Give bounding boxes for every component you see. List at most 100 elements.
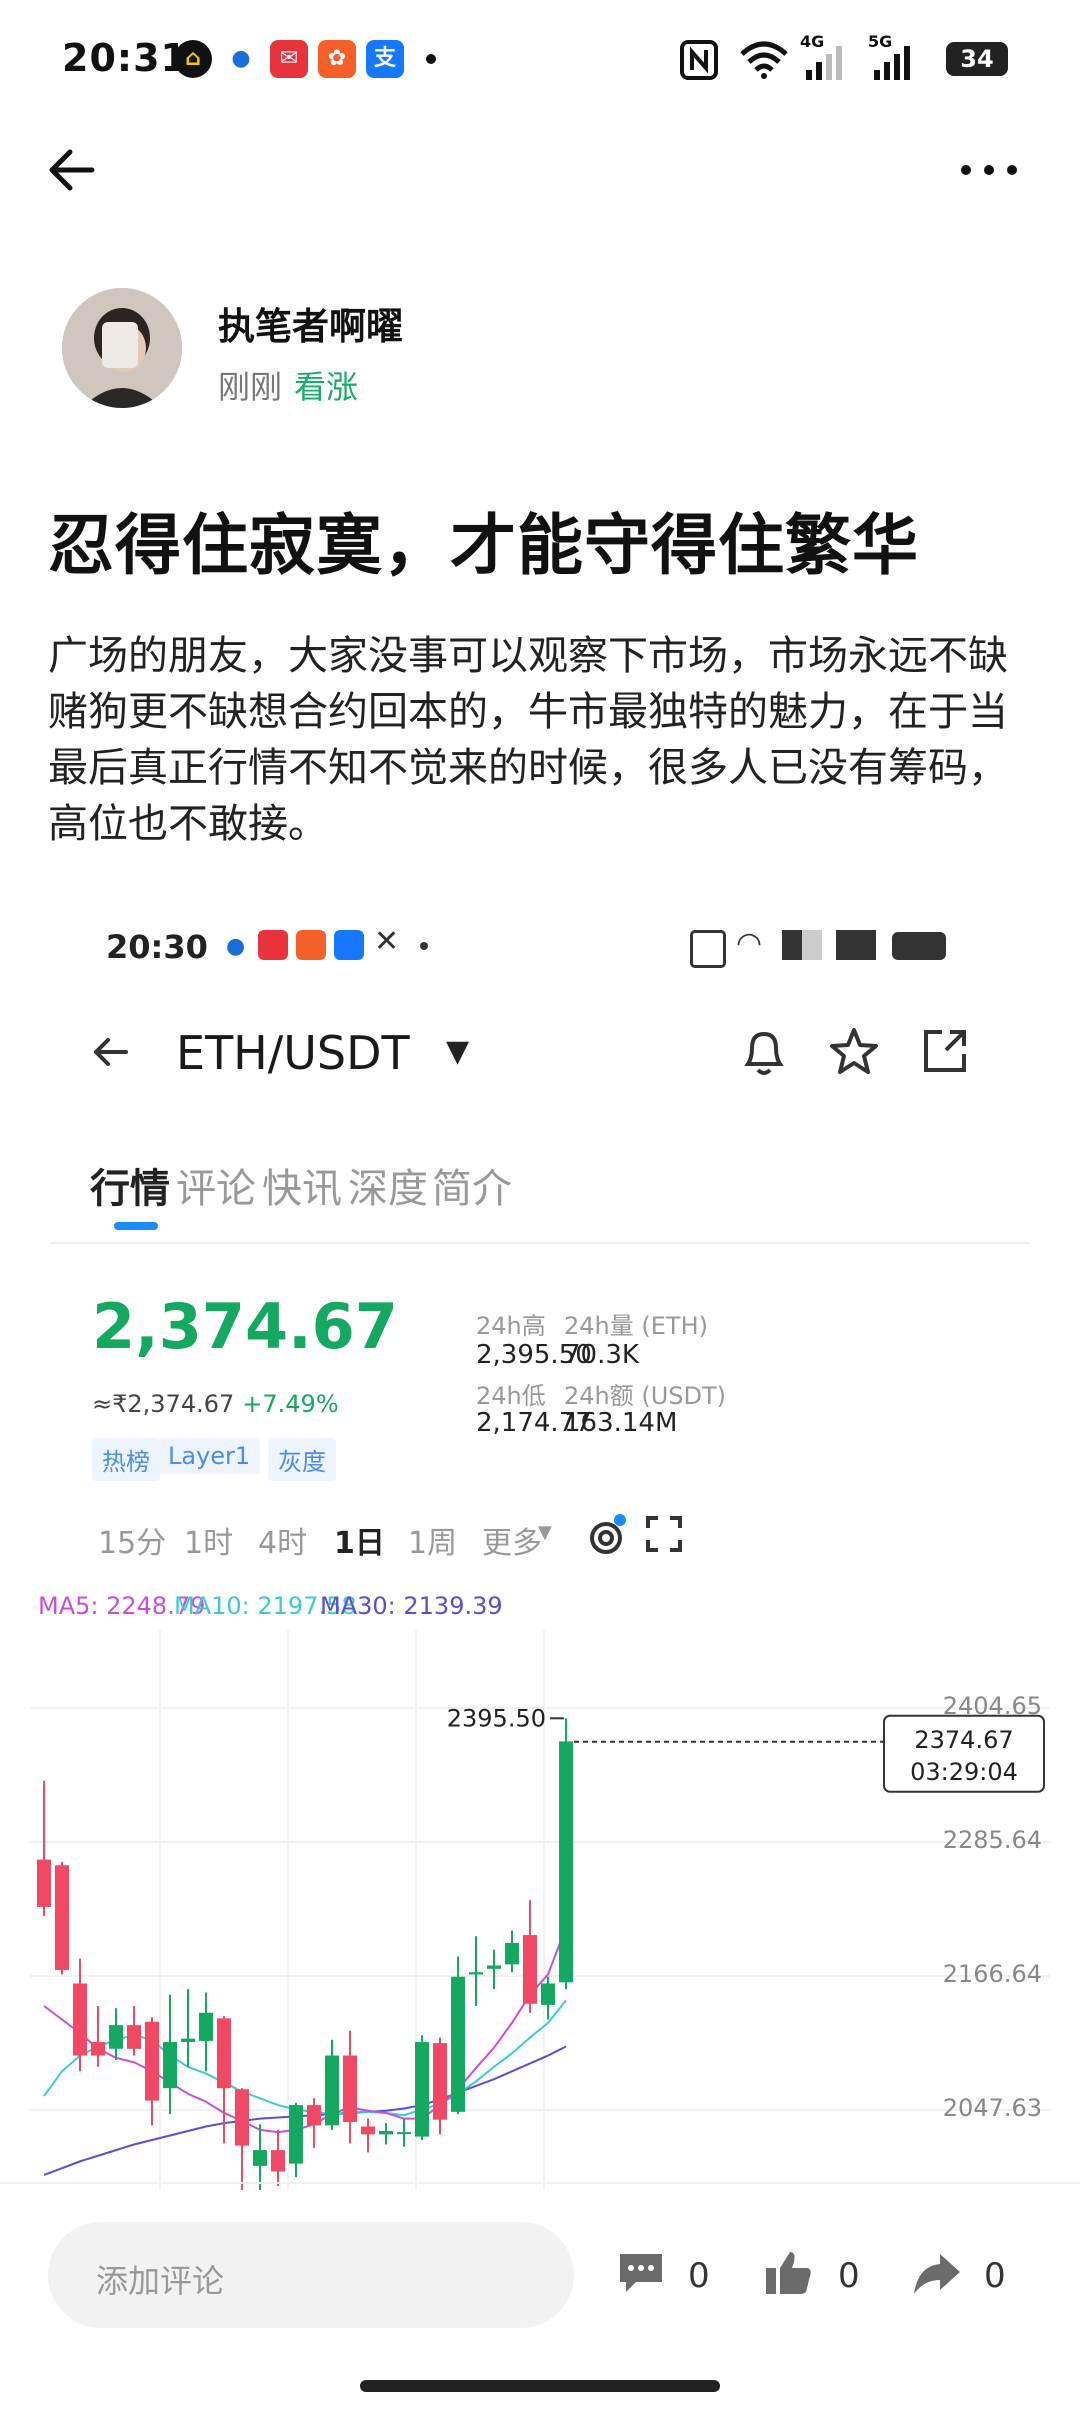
avatar[interactable] <box>62 288 182 408</box>
candle-body <box>235 2089 249 2146</box>
candle-body <box>541 1983 555 2005</box>
comment-placeholder: 添加评论 <box>96 2262 225 2300</box>
ma30-label: MA30: 2139.39 <box>320 1592 503 1620</box>
tab-intro[interactable]: 简介 <box>432 1156 512 1214</box>
embed-divider <box>50 1242 1030 1244</box>
candle-body <box>505 1942 519 1965</box>
signal-5g-icon <box>874 46 910 80</box>
current-price-label: 2374.67 <box>914 1726 1013 1754</box>
max-price-label: 2395.50 <box>447 1704 546 1732</box>
tf-1d[interactable]: 1日 <box>334 1518 385 1562</box>
embed-alipay-icon <box>334 930 364 960</box>
tab-market[interactable]: 行情 <box>90 1156 170 1214</box>
candle-body <box>199 2012 213 2041</box>
candle-body <box>343 2055 357 2122</box>
amount-value: 163.14M <box>564 1408 678 1438</box>
embed-signal-5g-icon <box>836 930 876 960</box>
tf-15m[interactable]: 15分 <box>98 1518 166 1562</box>
comment-icon[interactable] <box>616 2250 666 2296</box>
more-dots-icon <box>961 165 1017 175</box>
price-cny: ≈₹2,374.67 <box>92 1390 235 1418</box>
battery-icon: 34 <box>946 42 1008 76</box>
trading-pair[interactable]: ETH/USDT <box>176 1026 410 1080</box>
candle-body <box>415 2042 429 2137</box>
drop-icon: ● <box>231 46 251 71</box>
tag-layer1[interactable]: Layer1 <box>158 1438 261 1474</box>
price-level-label: 2047.63 <box>943 2094 1042 2122</box>
candle-body <box>433 2043 447 2120</box>
indicator-settings-icon[interactable] <box>586 1512 634 1558</box>
embed-status-time: 20:30 <box>106 928 208 966</box>
tag-grayscale[interactable]: 灰度 <box>268 1438 336 1481</box>
author-name[interactable]: 执笔者啊曜 <box>218 296 403 350</box>
wifi-icon <box>740 41 788 79</box>
candle-body <box>361 2126 375 2135</box>
candle-body <box>109 2025 123 2049</box>
fullscreen-icon[interactable] <box>644 1514 684 1554</box>
tf-4h[interactable]: 4时 <box>258 1518 307 1562</box>
active-tab-indicator <box>114 1222 158 1230</box>
countdown-label: 03:29:04 <box>910 1758 1018 1786</box>
candle-body <box>325 2055 339 2126</box>
signal-4g-icon <box>806 46 842 80</box>
tag-hot[interactable]: 热榜 <box>92 1438 160 1481</box>
sentiment-badge: 看涨 <box>294 368 359 406</box>
candle-body <box>307 2105 321 2126</box>
amount-label: 24h额 (USDT) <box>564 1382 727 1410</box>
home-indicator[interactable] <box>360 2380 720 2392</box>
embed-chat-ai-icon <box>258 930 288 960</box>
embed-battery-icon <box>892 932 946 960</box>
candle-body <box>397 2132 411 2135</box>
bell-icon[interactable] <box>738 1024 790 1080</box>
high-label: 24h高 <box>476 1312 546 1340</box>
candle-body <box>37 1859 51 1907</box>
candlestick-chart[interactable]: 2404.652285.642166.642047.632395.502374.… <box>30 1630 1050 2190</box>
back-button[interactable] <box>44 138 108 202</box>
orange-app-icon: ✿ <box>318 40 356 78</box>
embed-dot-icon <box>420 942 428 950</box>
pair-dropdown-icon[interactable]: ▼ <box>446 1034 469 1069</box>
more-button[interactable] <box>954 150 1024 190</box>
embed-signal-4g-icon <box>782 930 822 960</box>
volume-label: 24h量 (ETH) <box>564 1312 708 1340</box>
bottom-divider <box>0 2182 1080 2184</box>
candle-body <box>253 2150 267 2166</box>
candle-body <box>289 2105 303 2164</box>
candle-body <box>91 2042 105 2056</box>
candle-body <box>55 1865 69 1970</box>
tf-more[interactable]: 更多 <box>482 1518 542 1562</box>
last-price: 2,374.67 <box>92 1290 398 1363</box>
tab-news[interactable]: 快讯 <box>262 1156 342 1214</box>
ma10-line <box>43 1999 567 2117</box>
star-icon[interactable] <box>826 1024 882 1080</box>
share-out-icon[interactable] <box>918 1024 972 1078</box>
candle-body <box>523 1935 537 2004</box>
notification-dot-icon <box>426 54 436 64</box>
candle-body <box>559 1741 573 1983</box>
candle-body <box>127 2025 141 2049</box>
tab-depth[interactable]: 深度 <box>348 1156 428 1214</box>
embed-back-icon[interactable] <box>86 1028 134 1076</box>
price-change: +7.49% <box>242 1390 339 1418</box>
candle-body <box>469 1972 483 1975</box>
status-bar: 20:31 ⌂ ● ✉ ✿ 支 4G 5G 34 <box>0 0 1080 120</box>
candle-body <box>163 2042 177 2089</box>
tab-comments[interactable]: 评论 <box>176 1156 256 1214</box>
embed-nfc-icon <box>690 930 726 968</box>
price-level-label: 2166.64 <box>943 1960 1042 1988</box>
candle-body <box>145 2021 159 2101</box>
low-label: 24h低 <box>476 1382 546 1410</box>
alipay-icon: 支 <box>366 40 404 78</box>
volume-value: 70.3K <box>564 1340 639 1370</box>
candle-body <box>181 2038 195 2043</box>
embedded-screenshot[interactable]: 20:30 ● ✕ ◠ ETH/USDT ▼ 行情 评论 快讯 深度 简介 2,… <box>30 900 1050 2190</box>
post-body: 广场的朋友，大家没事可以观察下市场，市场永远不缺赌狗更不缺想合约回本的，牛市最独… <box>48 633 1008 847</box>
share-icon[interactable] <box>912 2250 962 2296</box>
tf-1w[interactable]: 1周 <box>408 1518 457 1562</box>
tf-1h[interactable]: 1时 <box>184 1518 233 1562</box>
price-level-label: 2285.64 <box>943 1826 1042 1854</box>
like-icon[interactable] <box>764 2248 816 2298</box>
candle-body <box>217 2018 231 2089</box>
post-meta: 刚刚 看涨 <box>218 362 358 408</box>
price-sub-line: ≈₹2,374.67 +7.49% <box>92 1390 339 1418</box>
